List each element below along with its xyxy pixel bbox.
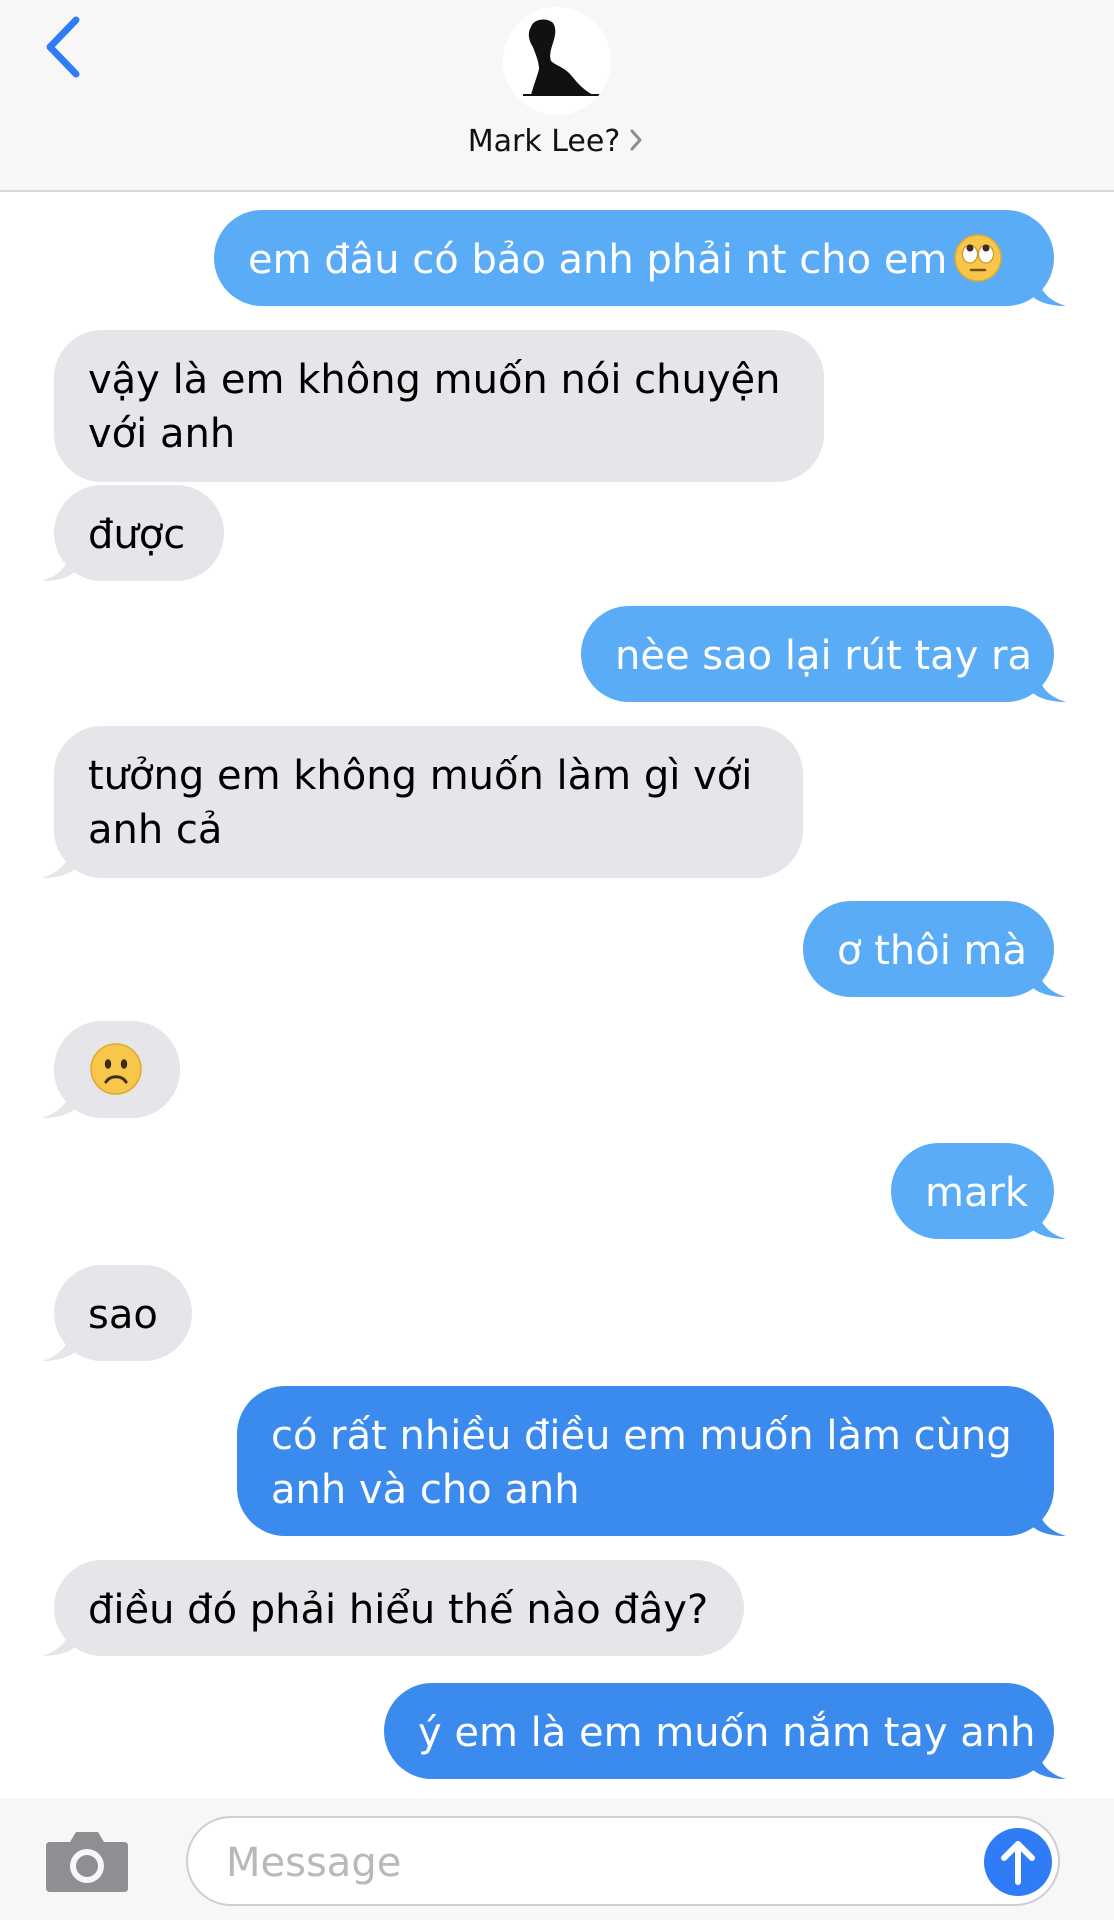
message-received[interactable]: sao xyxy=(42,1265,192,1361)
message-text: em đâu có bảo anh phải nt cho em xyxy=(248,237,948,283)
bubble-tail xyxy=(42,1325,76,1361)
message-text: nèe sao lại rút tay ra xyxy=(615,633,1033,679)
camera-icon[interactable] xyxy=(44,1828,130,1894)
message-sent[interactable]: có rất nhiều điều em muốn làm cùng anh v… xyxy=(237,1386,1066,1536)
message-received[interactable]: điều đó phải hiểu thế nào đây? xyxy=(42,1560,744,1656)
compose-bar xyxy=(0,1798,1114,1920)
message-received[interactable] xyxy=(42,1021,180,1118)
face-with-rolling-eyes-icon xyxy=(954,234,1003,282)
message-text: ý em là em muốn nắm tay anh xyxy=(418,1710,1036,1756)
chevron-right-icon xyxy=(630,129,642,151)
message-sent[interactable]: mark xyxy=(891,1143,1066,1239)
message-line: tưởng em không muốn làm gì với xyxy=(88,753,753,799)
message-line: có rất nhiều điều em muốn làm cùng xyxy=(271,1413,1012,1459)
message-received[interactable]: được xyxy=(42,485,224,581)
message-sent[interactable]: ý em là em muốn nắm tay anh xyxy=(384,1683,1066,1779)
bubble-tail xyxy=(42,545,76,581)
bubble-tail xyxy=(1032,961,1066,997)
bubble-tail xyxy=(1032,270,1066,306)
message-text: sao xyxy=(88,1292,158,1338)
contact-avatar[interactable] xyxy=(503,7,611,115)
message-text: ơ thôi mà xyxy=(837,928,1027,974)
back-chevron-icon[interactable] xyxy=(40,12,90,82)
message-received[interactable]: vậy là em không muốn nói chuyện với anh xyxy=(54,330,824,482)
bubble-tail xyxy=(42,1620,76,1656)
message-text: mark xyxy=(925,1170,1029,1216)
message-received[interactable]: tưởng em không muốn làm gì với anh cả xyxy=(42,726,803,878)
bubble-tail xyxy=(42,1082,76,1118)
contact-name: Mark Lee? xyxy=(467,124,621,159)
message-sent[interactable]: nèe sao lại rút tay ra xyxy=(581,606,1066,702)
contact-name-button[interactable]: Mark Lee? xyxy=(0,120,1114,164)
message-line: anh và cho anh xyxy=(271,1467,580,1513)
message-text: được xyxy=(88,512,186,558)
avatar-silhouette xyxy=(503,7,611,115)
bubble-tail xyxy=(1032,666,1066,702)
bubble-tail xyxy=(42,842,76,878)
message-line: anh cả xyxy=(88,807,223,853)
message-sent[interactable]: ơ thôi mà xyxy=(803,901,1066,997)
message-text: điều đó phải hiểu thế nào đây? xyxy=(88,1587,709,1633)
message-input-container xyxy=(186,1816,1060,1906)
bubble-tail xyxy=(1032,1743,1066,1779)
bubble-tail xyxy=(1032,1500,1066,1536)
frowning-face-icon xyxy=(90,1043,142,1095)
message-line: vậy là em không muốn nói chuyện xyxy=(88,357,781,403)
arrow-up-icon[interactable] xyxy=(982,1826,1054,1898)
conversation-header: Mark Lee? xyxy=(0,0,1114,192)
message-line: với anh xyxy=(88,411,236,457)
message-input[interactable] xyxy=(224,1832,988,1894)
bubble-tail xyxy=(1032,1203,1066,1239)
message-sent[interactable]: em đâu có bảo anh phải nt cho em xyxy=(214,210,1066,306)
